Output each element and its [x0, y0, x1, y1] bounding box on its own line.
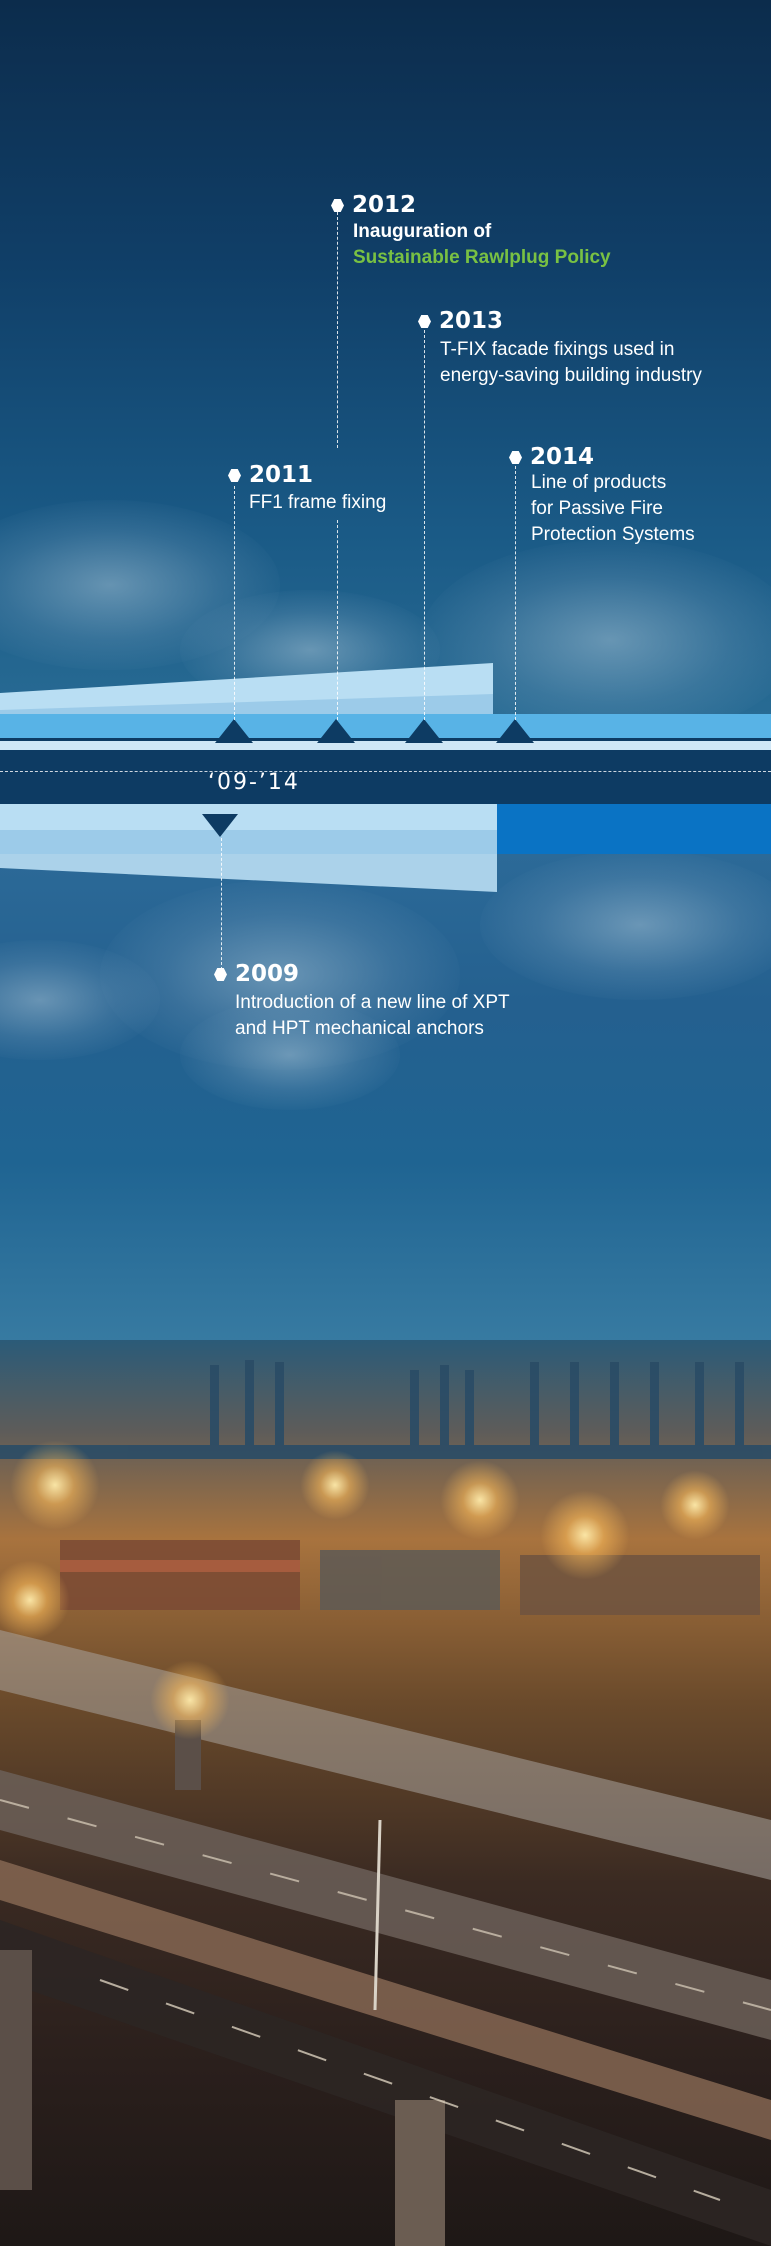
marker-2013: [405, 719, 443, 743]
leader-line-2011: [234, 486, 235, 720]
marker-2011: [215, 719, 253, 743]
leader-line-2009: [221, 838, 222, 970]
event-year-2013: 2013: [439, 308, 504, 334]
city-light: [150, 1660, 230, 1740]
city-light: [440, 1460, 520, 1540]
event-line: and HPT mechanical anchors: [235, 1018, 484, 1039]
event-year-2014: 2014: [530, 444, 595, 470]
event-description-2009: Introduction of a new line of XPT and HP…: [235, 990, 510, 1042]
leader-line-2014: [515, 466, 516, 720]
event-line: Inauguration of: [353, 221, 492, 242]
event-description-2011: FF1 frame fixing: [249, 490, 386, 516]
city-light: [660, 1470, 730, 1540]
event-line: FF1 frame fixing: [249, 492, 387, 513]
marker-2012: [317, 719, 355, 743]
timeline-bar-lower-blue: [497, 804, 771, 854]
event-highlight: Sustainable Rawlplug Policy: [353, 247, 611, 268]
timeline-bar-upper: [0, 663, 771, 750]
port-skyline-illustration: [0, 1360, 771, 2246]
city-light: [540, 1490, 630, 1580]
marker-2009: [202, 814, 238, 837]
timeline-wedge: [0, 854, 497, 892]
timeline-dashed-line: [0, 771, 771, 772]
event-year-2009: 2009: [235, 961, 300, 987]
period-label: ‘09-’14: [208, 770, 300, 795]
event-line: Introduction of a new line of XPT: [235, 992, 510, 1013]
marker-2014: [496, 719, 534, 743]
event-description-2012: Inauguration of Sustainable Rawlplug Pol…: [353, 219, 611, 271]
leader-line-2013: [424, 330, 425, 720]
timeline-bar-lower-lighter: [0, 804, 497, 830]
event-year-2012: 2012: [352, 192, 417, 218]
city-light: [300, 1450, 370, 1520]
event-description-2013: T-FIX facade fixings used in energy-savi…: [440, 337, 702, 389]
city-light: [10, 1440, 100, 1530]
port-city-photo: [0, 1340, 771, 2246]
event-line: Line of products: [531, 472, 667, 493]
event-line: for Passive Fire: [531, 498, 663, 519]
leader-line-2012-lower: [337, 520, 338, 720]
event-line: T-FIX facade fixings used in: [440, 339, 675, 360]
event-line: Protection Systems: [531, 524, 695, 545]
event-description-2014: Line of products for Passive Fire Protec…: [531, 470, 695, 548]
leader-line-2012: [337, 212, 338, 448]
event-year-2011: 2011: [249, 462, 314, 488]
timeline-bar-navy: [0, 750, 771, 804]
event-line: energy-saving building industry: [440, 365, 702, 386]
timeline-page: ‘09-’14 2012 Inauguration of Sustainable…: [0, 0, 771, 2246]
